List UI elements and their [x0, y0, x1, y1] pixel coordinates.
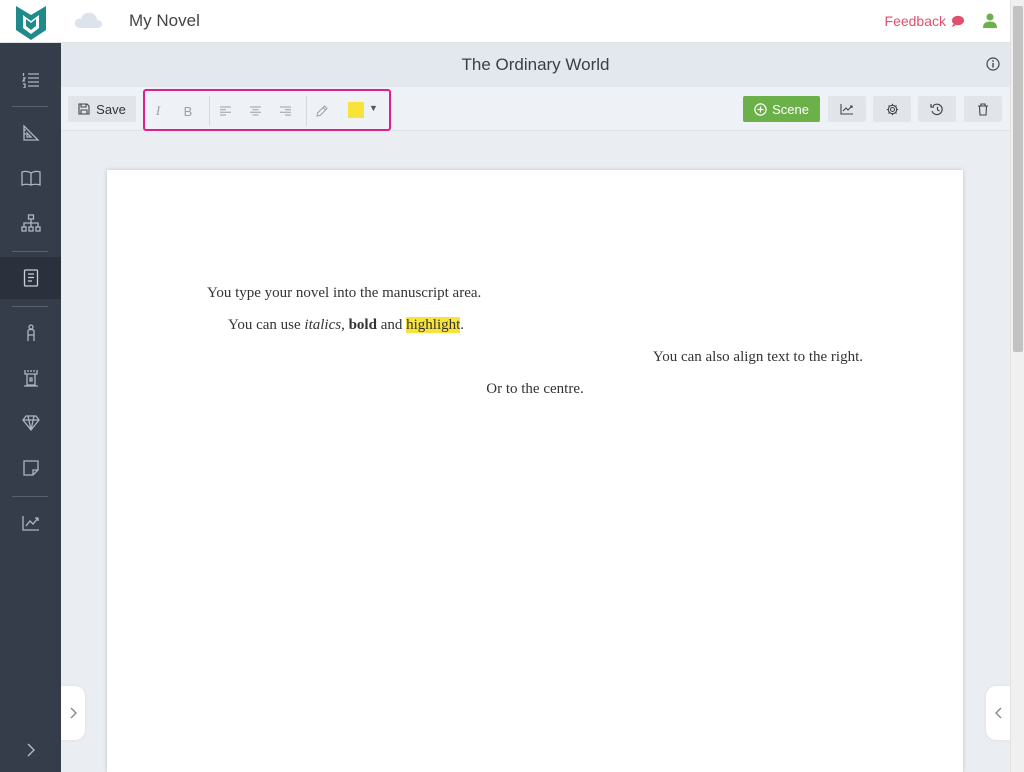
delete-button[interactable]	[964, 96, 1002, 122]
feedback-label: Feedback	[884, 13, 946, 29]
toolbar-divider	[306, 96, 307, 126]
align-left-button[interactable]	[214, 101, 236, 121]
manuscript-line: Or to the centre.	[486, 381, 584, 397]
location-icon	[23, 370, 38, 387]
ruler-icon	[22, 124, 40, 141]
scrollbar-thumb[interactable]	[1013, 6, 1023, 352]
stats-icon	[21, 516, 39, 531]
sidebar-expand-button[interactable]	[0, 732, 61, 768]
bold-button[interactable]: B	[177, 101, 199, 121]
text-run: ,	[341, 317, 349, 333]
history-button[interactable]	[918, 96, 956, 122]
text-run: You can use	[228, 317, 305, 333]
save-label: Save	[96, 101, 126, 117]
cloud-sync-icon[interactable]	[73, 10, 103, 30]
align-left-icon	[219, 106, 231, 116]
manuscript-line: You type your novel into the manuscript …	[207, 285, 482, 301]
sidebar-divider	[12, 251, 48, 252]
chapter-title[interactable]: The Ordinary World	[61, 55, 1010, 75]
sidebar-item-locations[interactable]	[0, 357, 61, 399]
note-icon	[22, 460, 39, 476]
logo[interactable]	[0, 0, 61, 43]
chevron-right-icon	[26, 743, 35, 757]
book-icon	[20, 170, 41, 186]
manuscript-line: You can also align text to the right.	[652, 349, 863, 365]
manuscript-page[interactable]: You type your novel into the manuscript …	[107, 170, 963, 772]
manuscript-editor-area: You type your novel into the manuscript …	[61, 131, 1010, 772]
chevron-right-icon	[70, 707, 77, 719]
text-run: .	[460, 317, 465, 333]
plus-circle-icon	[754, 102, 767, 116]
toolbar-divider	[209, 96, 210, 126]
chevron-left-icon	[994, 707, 1001, 719]
chart-icon	[840, 104, 853, 115]
settings-button[interactable]	[873, 96, 911, 122]
scrollbar[interactable]	[1010, 0, 1024, 772]
character-icon	[26, 324, 35, 341]
left-panel-toggle[interactable]	[61, 686, 85, 740]
editor-toolbar: Save I B ▼ Scene	[61, 87, 1010, 131]
save-icon	[78, 103, 90, 115]
item-icon	[21, 415, 40, 431]
manuscript-line: You can use italics, bold and highlight.	[228, 317, 464, 334]
highlighted-text: highlight	[406, 317, 461, 333]
sidebar-divider	[12, 496, 48, 497]
trash-icon	[978, 102, 988, 116]
history-icon	[930, 103, 943, 115]
sidebar-item-plot[interactable]	[0, 202, 61, 244]
outline-icon	[21, 73, 39, 88]
project-title[interactable]: My Novel	[129, 11, 200, 31]
user-icon[interactable]	[982, 12, 998, 28]
align-right-icon	[279, 106, 291, 116]
sidebar-item-structure[interactable]	[0, 112, 61, 154]
align-center-icon	[249, 106, 261, 116]
hierarchy-icon	[20, 214, 41, 232]
gear-icon	[886, 103, 898, 115]
save-button[interactable]: Save	[68, 96, 136, 122]
chat-bubble-icon	[952, 15, 964, 27]
sidebar-item-story[interactable]	[0, 157, 61, 199]
sidebar	[0, 43, 61, 772]
manuscript-icon	[23, 269, 38, 287]
chapter-title-bar: The Ordinary World	[61, 43, 1010, 87]
add-scene-button[interactable]: Scene	[743, 96, 820, 122]
logo-icon	[15, 5, 46, 40]
sidebar-item-stats[interactable]	[0, 502, 61, 544]
sidebar-item-characters[interactable]	[0, 312, 61, 354]
scene-label: Scene	[772, 101, 809, 117]
info-icon[interactable]	[986, 57, 1000, 71]
stats-button[interactable]	[828, 96, 866, 122]
feedback-link[interactable]: Feedback	[885, 13, 964, 29]
italic-text: italics	[304, 317, 342, 333]
sidebar-item-manuscript[interactable]	[0, 257, 61, 299]
bold-text: bold	[348, 317, 377, 333]
sidebar-item-outline[interactable]	[0, 59, 61, 101]
highlight-pen-button[interactable]	[311, 101, 333, 121]
right-panel-toggle[interactable]	[986, 686, 1010, 740]
sidebar-item-notes[interactable]	[0, 447, 61, 489]
text-run: and	[376, 317, 407, 333]
pen-icon	[316, 105, 328, 117]
align-center-button[interactable]	[244, 101, 266, 121]
italic-button[interactable]: I	[147, 101, 169, 121]
top-bar: My Novel Feedback	[0, 0, 1010, 43]
formatting-toolbar: I B ▼	[143, 89, 391, 131]
sidebar-item-items[interactable]	[0, 402, 61, 444]
sidebar-divider	[12, 306, 48, 307]
caret-down-icon[interactable]: ▼	[369, 103, 378, 113]
align-right-button[interactable]	[274, 101, 296, 121]
highlight-color-swatch[interactable]	[348, 102, 364, 118]
sidebar-divider	[12, 106, 48, 107]
